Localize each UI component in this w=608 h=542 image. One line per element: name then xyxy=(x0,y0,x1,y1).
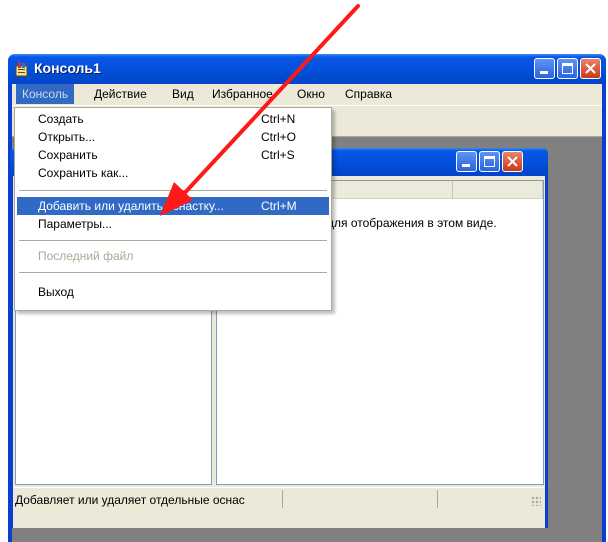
menu-item-label: Сохранить как... xyxy=(38,166,129,180)
status-panel xyxy=(282,490,438,508)
menu-window[interactable]: Окно xyxy=(297,87,325,101)
menu-item-shortcut: Ctrl+M xyxy=(261,199,297,213)
status-text: Добавляет или удаляет отдельные оснас xyxy=(15,493,245,507)
menu-item-save-as[interactable]: Сохранить как... xyxy=(17,164,329,182)
menu-item-label: Открыть... xyxy=(38,130,96,144)
menu-view[interactable]: Вид xyxy=(172,87,194,101)
menu-action[interactable]: Действие xyxy=(94,87,147,101)
menu-item-label: Последний файл xyxy=(38,249,134,263)
empty-view-message: для отображения в этом виде. xyxy=(327,216,497,230)
minimize-button[interactable] xyxy=(534,58,555,79)
maximize-icon xyxy=(562,63,573,74)
resize-grip-icon[interactable] xyxy=(531,496,541,506)
console-menu-dropdown: Создать Ctrl+N Открыть... Ctrl+O Сохрани… xyxy=(14,107,332,311)
console-app-icon xyxy=(15,62,28,77)
menu-item-recent-file: Последний файл xyxy=(17,247,329,265)
menu-item-options[interactable]: Параметры... xyxy=(17,215,329,233)
menu-item-shortcut: Ctrl+S xyxy=(261,148,295,162)
child-minimize-button[interactable] xyxy=(456,151,477,172)
close-icon xyxy=(585,63,596,74)
menu-item-label: Создать xyxy=(38,112,84,126)
menu-favorites[interactable]: Избранное xyxy=(212,87,273,101)
menu-separator xyxy=(19,240,327,241)
menu-item-shortcut: Ctrl+O xyxy=(261,130,297,144)
window-title: Консоль1 xyxy=(34,60,101,76)
menu-item-label: Выход xyxy=(38,285,74,299)
menubar: Консоль Действие Вид Избранное Окно Спра… xyxy=(12,84,602,104)
menu-help[interactable]: Справка xyxy=(345,87,392,101)
close-icon xyxy=(507,156,518,167)
close-button[interactable] xyxy=(580,58,601,79)
menu-separator xyxy=(19,272,327,273)
menu-item-label: Параметры... xyxy=(38,217,112,231)
title-bar[interactable]: Консоль1 xyxy=(8,54,606,84)
menu-item-exit[interactable]: Выход xyxy=(17,283,329,301)
menu-item-open[interactable]: Открыть... Ctrl+O xyxy=(17,128,329,146)
minimize-icon xyxy=(540,71,548,74)
maximize-icon xyxy=(484,156,495,167)
minimize-icon xyxy=(462,164,470,167)
status-panel xyxy=(437,490,538,508)
menu-item-save[interactable]: Сохранить Ctrl+S xyxy=(17,146,329,164)
maximize-button[interactable] xyxy=(557,58,578,79)
menu-item-label: Добавить или удалить оснастку... xyxy=(38,199,224,213)
child-close-button[interactable] xyxy=(502,151,523,172)
menu-item-label: Сохранить xyxy=(38,148,98,162)
menu-console[interactable]: Консоль xyxy=(16,84,75,104)
menu-item-shortcut: Ctrl+N xyxy=(261,112,296,126)
menu-separator xyxy=(19,190,327,191)
menu-item-new[interactable]: Создать Ctrl+N xyxy=(17,110,329,128)
status-bar: Добавляет или удаляет отдельные оснас xyxy=(13,487,545,510)
menu-item-add-remove-snapin[interactable]: Добавить или удалить оснастку... Ctrl+M xyxy=(17,197,329,215)
child-maximize-button[interactable] xyxy=(479,151,500,172)
column-header-description[interactable] xyxy=(453,181,543,199)
